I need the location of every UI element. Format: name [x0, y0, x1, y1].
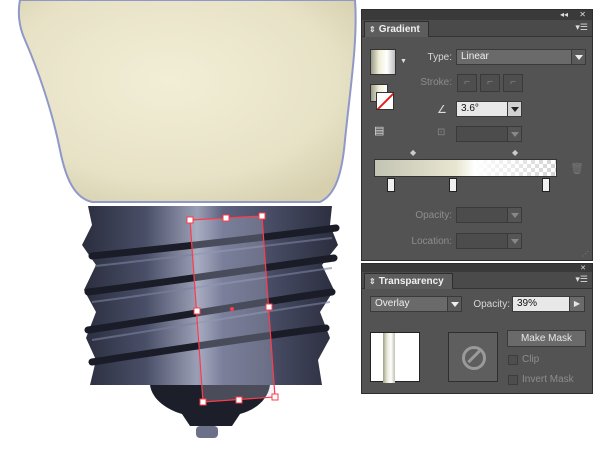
handle-middle-right[interactable]	[265, 303, 273, 311]
blend-mode-value: Overlay	[375, 298, 410, 309]
color-stop-middle[interactable]	[449, 178, 457, 192]
handle-middle-left[interactable]	[193, 307, 201, 315]
blend-mode-arrow[interactable]	[447, 297, 461, 311]
no-mask-icon	[462, 346, 486, 370]
type-dropdown-arrow[interactable]	[571, 50, 585, 64]
type-value: Linear	[461, 51, 489, 62]
transparency-opacity-label: Opacity:	[473, 299, 510, 310]
clip-label: Clip	[522, 354, 540, 365]
chevron-updown-icon: ⇕	[369, 277, 376, 286]
panel-menu-icon[interactable]: ▾☰	[575, 275, 588, 284]
stroke-within-button[interactable]: ⌐	[457, 74, 477, 92]
stroke-label: Stroke:	[420, 77, 452, 88]
handle-bottom-left[interactable]	[199, 398, 207, 406]
type-label: Type:	[427, 52, 452, 63]
stroke-none-swatch[interactable]	[376, 92, 394, 110]
handle-top-left[interactable]	[186, 216, 194, 224]
angle-input[interactable]: 3.6°	[456, 101, 522, 117]
transparency-opacity-value: 39%	[517, 298, 538, 309]
stop-opacity-input[interactable]	[456, 207, 522, 223]
transparency-opacity-input[interactable]: 39%	[512, 296, 570, 312]
make-mask-button[interactable]: Make Mask	[507, 330, 586, 347]
panel-menu-icon[interactable]: ▾☰	[575, 23, 588, 32]
angle-dropdown-arrow[interactable]	[507, 102, 521, 116]
transparency-panel: ✕ ⇕ Transparency ▾☰ Overlay Opacity: 39% …	[361, 263, 593, 394]
blend-mode-select[interactable]: Overlay	[370, 296, 462, 312]
stop-location-arrow[interactable]	[507, 234, 521, 248]
stroke-across-button[interactable]: ⌐	[503, 74, 523, 92]
color-stop-left[interactable]	[387, 178, 395, 192]
selection-bounding-box[interactable]	[186, 212, 279, 406]
stop-location-input[interactable]	[456, 233, 522, 249]
aspect-ratio-icon: ⊡	[437, 127, 446, 138]
aspect-dropdown-arrow[interactable]	[507, 127, 521, 141]
close-icon[interactable]: ✕	[579, 10, 586, 20]
invert-mask-label: Invert Mask	[522, 374, 574, 385]
color-stop-right[interactable]	[542, 178, 550, 192]
mask-thumbnail[interactable]	[448, 332, 498, 382]
panel-top-bar[interactable]: ✕	[362, 264, 592, 272]
resize-grip-icon[interactable]: ⋰	[582, 250, 589, 258]
stroke-along-button[interactable]: ⌐	[480, 74, 500, 92]
midpoint-diamond-right[interactable]: ◆	[512, 148, 518, 157]
transparency-title: Transparency	[378, 276, 444, 287]
transparency-titlebar: ⇕ Transparency ▾☰	[362, 272, 592, 289]
trash-icon[interactable]: 🗑	[570, 162, 584, 175]
panel-top-bar[interactable]: ◂◂ ✕	[362, 10, 592, 20]
gradient-swatch[interactable]	[370, 49, 396, 75]
opacity-slider-button[interactable]: ▶	[569, 296, 585, 312]
chevron-updown-icon: ⇕	[369, 25, 376, 34]
swatch-dropdown-icon[interactable]: ▼	[400, 58, 407, 65]
type-select[interactable]: Linear	[456, 49, 586, 65]
gradient-slider[interactable]	[374, 159, 557, 177]
handle-top-right[interactable]	[258, 212, 266, 220]
center-point	[230, 307, 234, 311]
stop-opacity-arrow[interactable]	[507, 208, 521, 222]
clip-checkbox[interactable]	[508, 355, 518, 365]
bulb-glass	[17, 0, 357, 203]
opacity-label: Opacity:	[415, 210, 452, 221]
location-label: Location:	[411, 236, 452, 247]
gradient-tab[interactable]: ⇕ Gradient	[364, 21, 429, 37]
handle-bottom-right[interactable]	[271, 393, 279, 401]
invert-mask-checkbox[interactable]	[508, 375, 518, 385]
gradient-annotator-icon[interactable]: ▤	[374, 124, 384, 137]
aspect-ratio-input[interactable]	[456, 126, 522, 142]
handle-top-middle[interactable]	[222, 214, 230, 222]
angle-value: 3.6°	[461, 103, 479, 114]
object-thumbnail[interactable]	[370, 332, 420, 383]
angle-icon: ∠	[437, 104, 447, 116]
gradient-title: Gradient	[378, 24, 420, 35]
collapse-icon[interactable]: ◂◂	[560, 10, 568, 20]
midpoint-diamond-left[interactable]: ◆	[410, 148, 416, 157]
handle-bottom-middle[interactable]	[235, 396, 243, 404]
gradient-panel: ◂◂ ✕ ⇕ Gradient ▾☰ ▼ ▤ Type: Linear Strok…	[361, 9, 593, 261]
gradient-titlebar: ⇕ Gradient ▾☰	[362, 20, 592, 37]
bulb-tip	[196, 426, 218, 438]
transparency-tab[interactable]: ⇕ Transparency	[364, 273, 453, 289]
